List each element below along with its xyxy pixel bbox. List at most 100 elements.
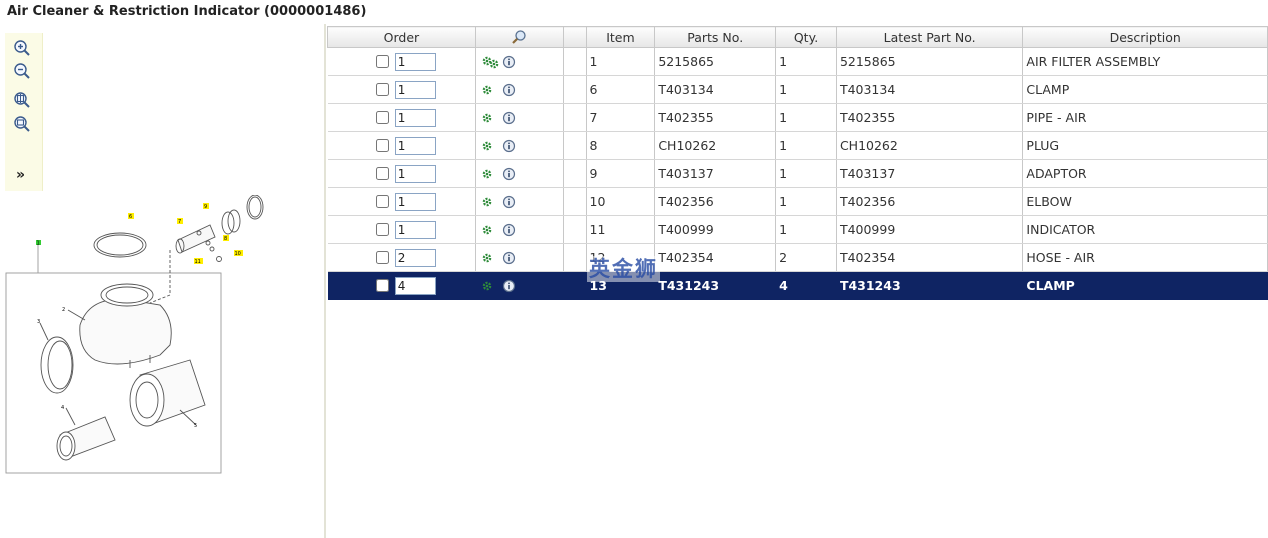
description-cell: ELBOW [1022, 187, 1268, 216]
latest-part-no-cell: T403137 [836, 159, 1024, 188]
qty-cell: 1 [775, 103, 837, 132]
table-row[interactable]: 1521586515215865AIR FILTER ASSEMBLY [327, 47, 1268, 76]
row-select-checkbox[interactable] [375, 167, 389, 180]
table-row[interactable]: 11T4009991T400999INDICATOR [327, 215, 1268, 244]
column-header-order[interactable]: Order [327, 26, 476, 48]
table-row[interactable]: 13T4312434T431243CLAMP [327, 271, 1268, 300]
order-qty-input[interactable] [394, 192, 436, 211]
info-icon[interactable] [502, 55, 516, 69]
qty-cell: 1 [775, 159, 837, 188]
qty-cell: 1 [775, 75, 837, 104]
actions-cell [475, 215, 564, 244]
order-cell [327, 131, 476, 160]
column-header-item[interactable]: Item [585, 26, 656, 48]
panel-divider[interactable] [324, 24, 326, 538]
item-cell: 11 [586, 215, 656, 244]
actions-cell [475, 131, 564, 160]
row-select-checkbox[interactable] [375, 251, 389, 264]
description-cell: ADAPTOR [1022, 159, 1268, 188]
parts-no-cell[interactable]: T400999 [654, 215, 777, 244]
row-select-checkbox[interactable] [375, 195, 389, 208]
column-header-search[interactable] [474, 26, 564, 48]
gear-icon[interactable] [480, 251, 494, 265]
order-qty-input[interactable] [394, 80, 436, 99]
gear-icon[interactable] [480, 279, 494, 293]
item-cell: 1 [586, 47, 656, 76]
order-qty-input[interactable] [394, 164, 436, 183]
zoom-out-icon[interactable] [13, 62, 31, 80]
table-row[interactable]: 12T4023542T402354HOSE - AIR [327, 243, 1268, 272]
parts-no-cell[interactable]: T403134 [654, 75, 777, 104]
row-select-checkbox[interactable] [375, 279, 389, 292]
gear-icon[interactable] [480, 195, 494, 209]
column-header-qty[interactable]: Qty. [775, 26, 837, 48]
info-icon[interactable] [502, 251, 516, 265]
table-row[interactable]: 8CH102621CH10262PLUG [327, 131, 1268, 160]
description-cell: CLAMP [1022, 271, 1268, 300]
description-cell: CLAMP [1022, 75, 1268, 104]
blank-cell [563, 103, 587, 132]
order-qty-input[interactable] [394, 136, 436, 155]
expand-panel-button[interactable]: » [16, 167, 25, 183]
parts-no-cell[interactable]: 5215865 [654, 47, 777, 76]
row-select-checkbox[interactable] [375, 223, 389, 236]
actions-cell [475, 75, 564, 104]
zoom-reset-icon[interactable] [13, 115, 31, 133]
info-icon[interactable] [502, 279, 516, 293]
page-title: Air Cleaner & Restriction Indicator (000… [7, 4, 367, 19]
latest-part-no-cell: T431243 [836, 271, 1024, 300]
table-row[interactable]: 7T4023551T402355PIPE - AIR [327, 103, 1268, 132]
zoom-fit-icon[interactable] [13, 91, 31, 109]
callout-label: 7 [178, 219, 181, 225]
parts-no-cell[interactable]: CH10262 [654, 131, 777, 160]
order-qty-input[interactable] [394, 108, 436, 127]
callout-label: 2 [62, 307, 65, 313]
blank-cell [563, 75, 587, 104]
row-select-checkbox[interactable] [375, 83, 389, 96]
row-select-checkbox[interactable] [375, 55, 389, 68]
column-header-description[interactable]: Description [1022, 26, 1268, 48]
column-header-latest-part-no[interactable]: Latest Part No. [835, 26, 1024, 48]
parts-diagram[interactable]: 1 2 3 4 5 6 7 8 9 10 11 12 13 [0, 177, 300, 480]
gear-icon[interactable] [480, 83, 494, 97]
search-icon[interactable] [511, 29, 527, 45]
item-cell: 9 [586, 159, 656, 188]
order-qty-input[interactable] [394, 276, 436, 295]
description-cell: AIR FILTER ASSEMBLY [1022, 47, 1268, 76]
info-icon[interactable] [502, 195, 516, 209]
actions-cell [475, 271, 564, 300]
gear-icon[interactable] [480, 139, 494, 153]
info-icon[interactable] [502, 223, 516, 237]
parts-no-cell[interactable]: T402355 [654, 103, 777, 132]
gear-icon[interactable] [480, 54, 500, 70]
info-icon[interactable] [502, 111, 516, 125]
zoom-in-icon[interactable] [13, 39, 31, 57]
parts-no-cell[interactable]: T402354 [654, 243, 777, 272]
gear-icon[interactable] [480, 111, 494, 125]
info-icon[interactable] [502, 167, 516, 181]
column-header-parts-no[interactable]: Parts No. [654, 26, 777, 48]
zoom-toolbar: » [5, 33, 43, 191]
gear-icon[interactable] [480, 223, 494, 237]
table-row[interactable]: 6T4031341T403134CLAMP [327, 75, 1268, 104]
callout-label: 9 [204, 204, 207, 210]
parts-no-cell[interactable]: T402356 [654, 187, 777, 216]
parts-no-cell[interactable]: T431243 [654, 271, 777, 300]
row-select-checkbox[interactable] [375, 139, 389, 152]
description-cell: PIPE - AIR [1022, 103, 1268, 132]
table-row[interactable]: 9T4031371T403137ADAPTOR [327, 159, 1268, 188]
order-qty-input[interactable] [394, 52, 436, 71]
callout-label: 11 [195, 259, 201, 265]
callout-label: 5 [194, 423, 197, 429]
info-icon[interactable] [502, 139, 516, 153]
order-qty-input[interactable] [394, 220, 436, 239]
order-cell [327, 47, 476, 76]
gear-icon[interactable] [480, 167, 494, 181]
info-icon[interactable] [502, 83, 516, 97]
order-cell [327, 271, 476, 300]
row-select-checkbox[interactable] [375, 111, 389, 124]
parts-no-cell[interactable]: T403137 [654, 159, 777, 188]
order-qty-input[interactable] [394, 248, 436, 267]
table-row[interactable]: 10T4023561T402356ELBOW [327, 187, 1268, 216]
item-cell: 7 [586, 103, 656, 132]
